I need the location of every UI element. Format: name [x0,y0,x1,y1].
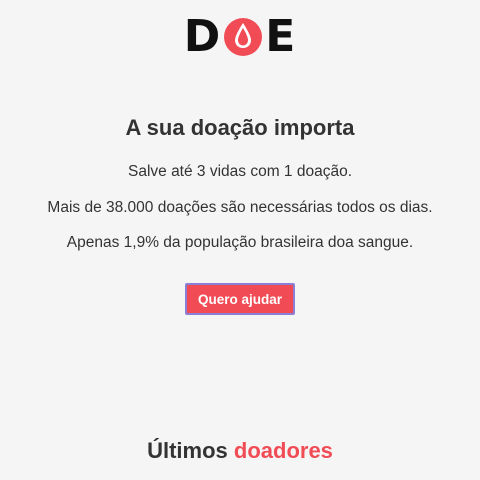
hero-line-population: Apenas 1,9% da população brasileira doa … [66,234,414,251]
donors-heading-accent: doadores [233,438,333,463]
help-button[interactable]: Quero ajudar [185,283,295,315]
hero-title: A sua doação importa [125,115,355,140]
blood-drop-icon [223,15,263,59]
page: D E A sua doação importa Salve até 3 vid… [0,0,480,480]
header: D E [0,12,480,62]
donors-heading: Últimos doadores [0,436,480,466]
logo: D E [184,15,297,59]
logo-letter-d: D [183,11,222,62]
hero-line-daily-need: Mais de 38.000 doações são necessárias t… [47,199,433,216]
logo-letter-e: E [265,11,297,62]
hero-line-lives: Salve até 3 vidas com 1 doação. [127,163,353,180]
hero-section: A sua doação importa Salve até 3 vidas c… [0,112,480,315]
donors-heading-prefix: Últimos [147,438,228,463]
cta-wrapper: Quero ajudar [0,283,480,315]
